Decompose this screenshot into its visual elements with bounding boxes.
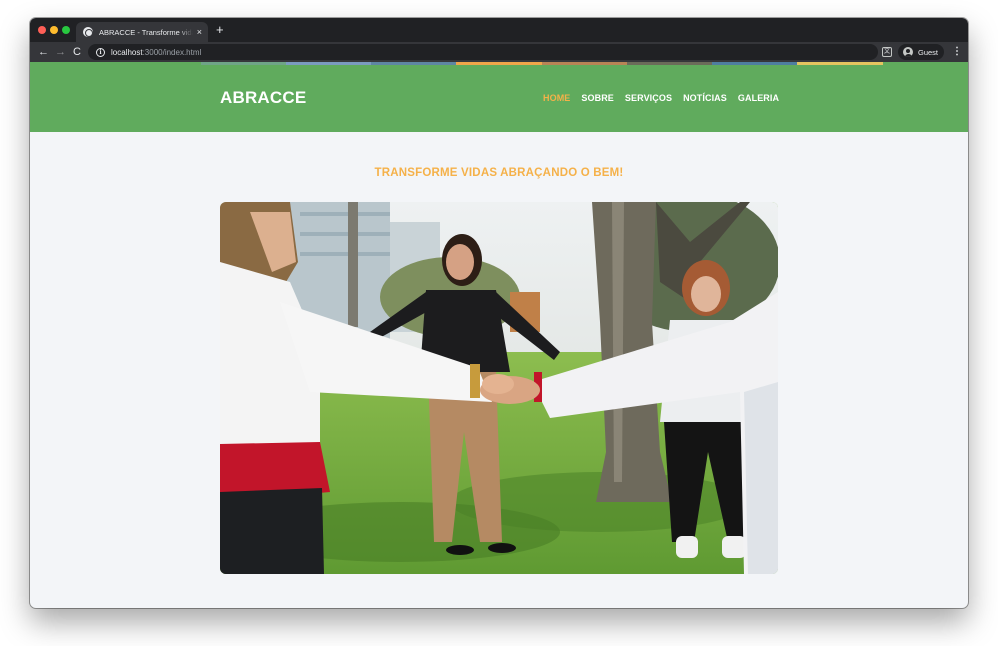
nav-servicos[interactable]: SERVIÇOS <box>625 93 672 103</box>
tab-bar: ABRACCE - Transforme vidas abraçando o b… <box>30 18 968 42</box>
nav-sobre[interactable]: SOBRE <box>581 93 614 103</box>
color-strip-segment <box>797 62 883 65</box>
person-icon <box>903 47 913 57</box>
profile-button[interactable]: Guest <box>898 44 944 60</box>
address-bar: ← → C i localhost:3000/index.html 文 Gues… <box>30 42 968 62</box>
hero-headline: TRANSFORME VIDAS ABRAÇANDO O BEM! <box>374 167 624 179</box>
color-strip <box>30 62 968 65</box>
site-header: ABRACCE HOME SOBRE SERVIÇOS NOTÍCIAS GAL… <box>30 62 968 132</box>
url-path: :3000/index.html <box>142 47 202 57</box>
url-field[interactable]: i localhost:3000/index.html <box>88 44 878 60</box>
color-strip-segment <box>626 62 713 65</box>
globe-icon <box>83 27 93 37</box>
browser-menu-icon[interactable]: ⋮ <box>952 45 962 59</box>
people-holding-hands-photo <box>220 202 778 574</box>
close-window-button[interactable] <box>38 26 46 34</box>
url-host: localhost <box>111 47 143 57</box>
url-text: localhost:3000/index.html <box>111 48 201 57</box>
main-nav: HOME SOBRE SERVIÇOS NOTÍCIAS GALERIA <box>543 93 779 103</box>
profile-label: Guest <box>918 47 939 57</box>
color-strip-segment <box>200 62 286 65</box>
color-strip-segment <box>712 62 798 65</box>
new-tab-button[interactable]: + <box>216 23 224 37</box>
hero-photo <box>220 202 778 574</box>
tab-title: ABRACCE - Transforme vidas abraçando o b… <box>99 27 193 37</box>
color-strip-segment <box>30 62 116 65</box>
back-button[interactable]: ← <box>38 45 49 59</box>
brand-logo[interactable]: ABRACCE <box>220 88 306 108</box>
minimize-window-button[interactable] <box>50 26 58 34</box>
info-icon[interactable]: i <box>96 47 105 57</box>
maximize-window-button[interactable] <box>62 26 70 34</box>
tab-close-icon[interactable]: × <box>197 27 202 37</box>
forward-button[interactable]: → <box>55 45 66 59</box>
color-strip-segment <box>115 62 201 65</box>
color-strip-segment <box>882 62 968 65</box>
translate-icon[interactable]: 文 <box>882 47 892 57</box>
color-strip-segment <box>456 62 542 65</box>
nav-home[interactable]: HOME <box>543 93 570 103</box>
nav-galeria[interactable]: GALERIA <box>738 93 779 103</box>
browser-tab[interactable]: ABRACCE - Transforme vidas abraçando o b… <box>76 22 208 42</box>
reload-button[interactable]: C <box>73 45 81 59</box>
color-strip-segment <box>285 62 372 65</box>
browser-window: ABRACCE - Transforme vidas abraçando o b… <box>30 18 968 608</box>
nav-noticias[interactable]: NOTÍCIAS <box>683 93 727 103</box>
color-strip-segment <box>371 62 457 65</box>
color-strip-segment <box>541 62 627 65</box>
